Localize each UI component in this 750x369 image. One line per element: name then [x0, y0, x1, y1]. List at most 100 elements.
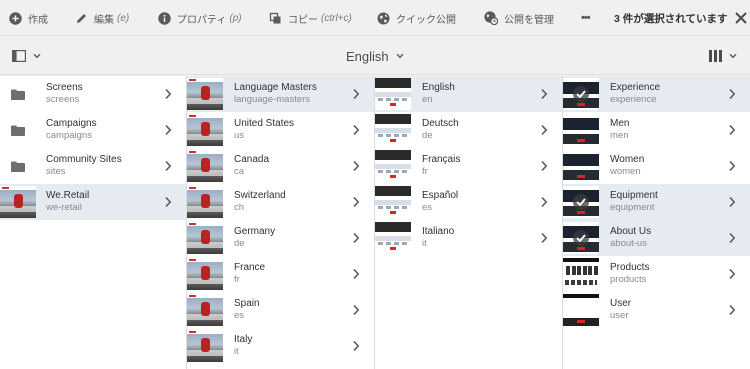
chevron-right-icon[interactable]	[352, 340, 360, 352]
quick-publish-label: クイック公開	[396, 14, 456, 26]
chevron-right-icon[interactable]	[728, 88, 736, 100]
chevron-right-icon[interactable]	[352, 160, 360, 172]
chevron-right-icon[interactable]	[728, 196, 736, 208]
rail-toggle-button[interactable]	[12, 50, 41, 62]
create-label: 作成	[28, 14, 48, 26]
column-item[interactable]: United States us	[187, 112, 374, 148]
page-thumbnail	[375, 222, 411, 254]
column-item[interactable]: Equipment equipment	[563, 184, 750, 220]
properties-label: プロパティ	[177, 14, 227, 26]
column-item[interactable]: Italiano it	[375, 220, 562, 256]
item-labels: Switzerland ch	[234, 190, 286, 214]
column-item[interactable]: About Us about-us	[563, 220, 750, 256]
item-labels: Español es	[422, 190, 458, 214]
item-title: Women	[610, 154, 645, 165]
column-item[interactable]: English en	[375, 76, 562, 112]
view-switcher-button[interactable]	[709, 50, 737, 62]
chevron-right-icon[interactable]	[352, 268, 360, 280]
chevron-right-icon[interactable]	[164, 160, 172, 172]
edit-button[interactable]: 編集 (e)	[74, 0, 129, 36]
item-labels: Germany de	[234, 226, 275, 250]
chevron-right-icon[interactable]	[728, 124, 736, 136]
column-item[interactable]: Experience experience	[563, 76, 750, 112]
column-item[interactable]: Language Masters language-masters	[187, 76, 374, 112]
column-item[interactable]: Men men	[563, 112, 750, 148]
item-name: es	[422, 202, 433, 213]
item-name: en	[422, 94, 433, 105]
properties-button[interactable]: プロパティ (p)	[157, 0, 242, 36]
column-item[interactable]: User user	[563, 292, 750, 328]
check-circle-icon[interactable]	[573, 230, 589, 246]
item-labels: Screens screens	[46, 82, 83, 106]
column-item[interactable]: Français fr	[375, 148, 562, 184]
item-name: women	[610, 166, 641, 177]
page-thumbnail	[187, 186, 223, 218]
column-item[interactable]: Español es	[375, 184, 562, 220]
copy-button[interactable]: コピー (ctrl+c)	[268, 0, 352, 36]
column-item[interactable]: Women women	[563, 148, 750, 184]
selection-count: 3 件が選択されています	[614, 12, 728, 25]
page-thumbnail	[187, 330, 223, 362]
manage-publication-button[interactable]: 公開を管理	[484, 0, 554, 36]
column-item[interactable]: Community Sites sites	[0, 148, 186, 184]
item-name: about-us	[610, 238, 647, 249]
check-circle-icon[interactable]	[573, 194, 589, 210]
item-title: Spain	[234, 298, 260, 309]
item-labels: About Us about-us	[610, 226, 651, 250]
chevron-right-icon[interactable]	[540, 196, 548, 208]
chevron-right-icon[interactable]	[540, 232, 548, 244]
chevron-right-icon[interactable]	[540, 124, 548, 136]
chevron-right-icon[interactable]	[728, 232, 736, 244]
item-name: ch	[234, 202, 245, 213]
chevron-right-icon[interactable]	[728, 160, 736, 172]
column-item[interactable]: Screens screens	[0, 76, 186, 112]
info-circle-icon	[157, 11, 171, 25]
column-item[interactable]: Switzerland ch	[187, 184, 374, 220]
close-selection-button[interactable]	[734, 11, 748, 25]
column-item[interactable]: France fr	[187, 256, 374, 292]
item-name: de	[234, 238, 245, 249]
chevron-right-icon[interactable]	[352, 304, 360, 316]
item-title: English	[422, 82, 455, 93]
close-icon	[735, 12, 747, 24]
item-name: screens	[46, 94, 80, 105]
item-title: France	[234, 262, 266, 273]
chevron-right-icon[interactable]	[164, 196, 172, 208]
column-item[interactable]: Germany de	[187, 220, 374, 256]
edit-label: 編集	[94, 14, 114, 26]
chevron-right-icon[interactable]	[728, 268, 736, 280]
column-item[interactable]: Italy it	[187, 328, 374, 364]
chevron-right-icon[interactable]	[164, 124, 172, 136]
check-circle-icon[interactable]	[573, 86, 589, 102]
column-item[interactable]: Campaigns campaigns	[0, 112, 186, 148]
quick-publish-button[interactable]: クイック公開	[376, 0, 456, 36]
page-thumbnail	[563, 78, 599, 110]
item-labels: We.Retail we-retail	[46, 190, 89, 214]
column-item[interactable]: Spain es	[187, 292, 374, 328]
create-button[interactable]: 作成	[8, 0, 48, 36]
chevron-right-icon[interactable]	[352, 232, 360, 244]
item-name: ca	[234, 166, 245, 177]
item-labels: United States us	[234, 118, 294, 142]
column-item[interactable]: Products products	[563, 256, 750, 292]
chevron-right-icon[interactable]	[540, 160, 548, 172]
column-item[interactable]: We.Retail we-retail	[0, 184, 186, 220]
item-labels: Italiano it	[422, 226, 454, 250]
column-item[interactable]: Deutsch de	[375, 112, 562, 148]
page-thumbnail	[375, 150, 411, 182]
chevron-right-icon[interactable]	[352, 124, 360, 136]
item-title: Español	[422, 190, 459, 201]
column-item[interactable]: Canada ca	[187, 148, 374, 184]
folder-icon	[0, 78, 36, 110]
breadcrumb-title-button[interactable]: English	[346, 37, 404, 75]
item-title: Germany	[234, 226, 276, 237]
chevron-right-icon[interactable]	[728, 304, 736, 316]
item-labels: Equipment equipment	[610, 190, 658, 214]
item-name: products	[610, 274, 647, 285]
more-button[interactable]: •••	[581, 0, 591, 36]
chevron-right-icon[interactable]	[540, 88, 548, 100]
page-thumbnail	[187, 294, 223, 326]
chevron-right-icon[interactable]	[352, 196, 360, 208]
chevron-right-icon[interactable]	[352, 88, 360, 100]
chevron-right-icon[interactable]	[164, 88, 172, 100]
